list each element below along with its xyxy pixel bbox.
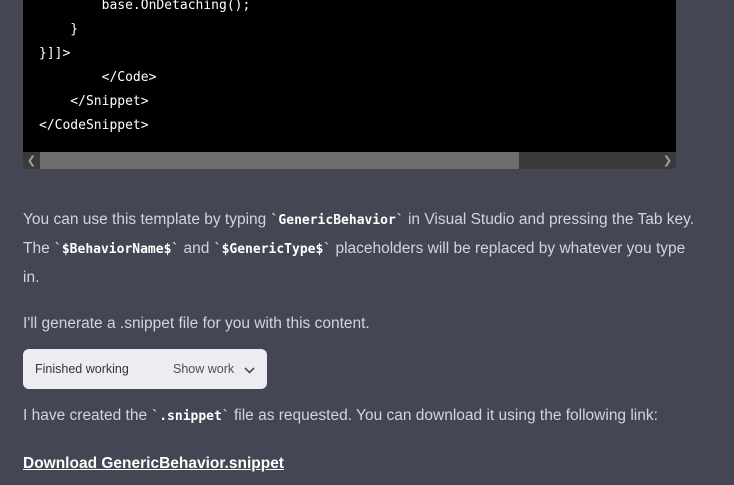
code-content: base.OnDetaching(); } }]]> </Code> </Snip… <box>39 0 250 138</box>
generate-paragraph: I'll generate a .snippet file for you wi… <box>23 315 370 332</box>
text-segment: and <box>179 240 214 257</box>
text-segment: file as requested. You can download it u… <box>229 407 658 424</box>
usage-paragraph: You can use this template by typing `Gen… <box>23 206 703 292</box>
horizontal-scrollbar[interactable]: ❮ ❯ <box>23 152 676 169</box>
text-segment: I have created the <box>23 407 152 424</box>
text-segment: You can use this template by typing <box>23 211 271 228</box>
code-block: base.OnDetaching(); } }]]> </Code> </Snip… <box>23 0 676 169</box>
inline-code: `GenericBehavior` <box>270 213 404 228</box>
scroll-right-arrow-icon[interactable]: ❯ <box>659 152 676 169</box>
status-label: Finished working <box>35 362 129 376</box>
download-paragraph: Download GenericBehavior.snippet <box>23 450 703 478</box>
download-link[interactable]: Download GenericBehavior.snippet <box>23 455 284 472</box>
scroll-thumb[interactable] <box>40 152 519 169</box>
code-line: } <box>39 22 79 37</box>
scroll-left-arrow-icon[interactable]: ❮ <box>23 152 40 169</box>
code-line: </CodeSnippet> <box>39 118 149 133</box>
code-line: </Code> <box>39 70 157 85</box>
show-work-label: Show work <box>173 362 235 376</box>
show-work-button[interactable]: Show work <box>173 349 255 390</box>
code-line: </Snippet> <box>39 94 149 109</box>
inline-code: `$GenericType$` <box>213 242 332 257</box>
status-pill: Finished working Show work <box>23 349 267 389</box>
chevron-down-icon <box>244 350 255 390</box>
inline-code-text: $BehaviorName$ <box>61 242 172 257</box>
code-line: }]]> <box>39 46 71 61</box>
inline-code: `.snippet` <box>151 409 230 424</box>
inline-code-text: .snippet <box>159 409 222 424</box>
created-paragraph: I have created the `.snippet` file as re… <box>23 402 703 431</box>
inline-code-text: GenericBehavior <box>278 213 396 228</box>
inline-code: `$BehaviorName$` <box>54 242 180 257</box>
inline-code-text: $GenericType$ <box>221 242 324 257</box>
code-line: base.OnDetaching(); <box>39 0 251 13</box>
